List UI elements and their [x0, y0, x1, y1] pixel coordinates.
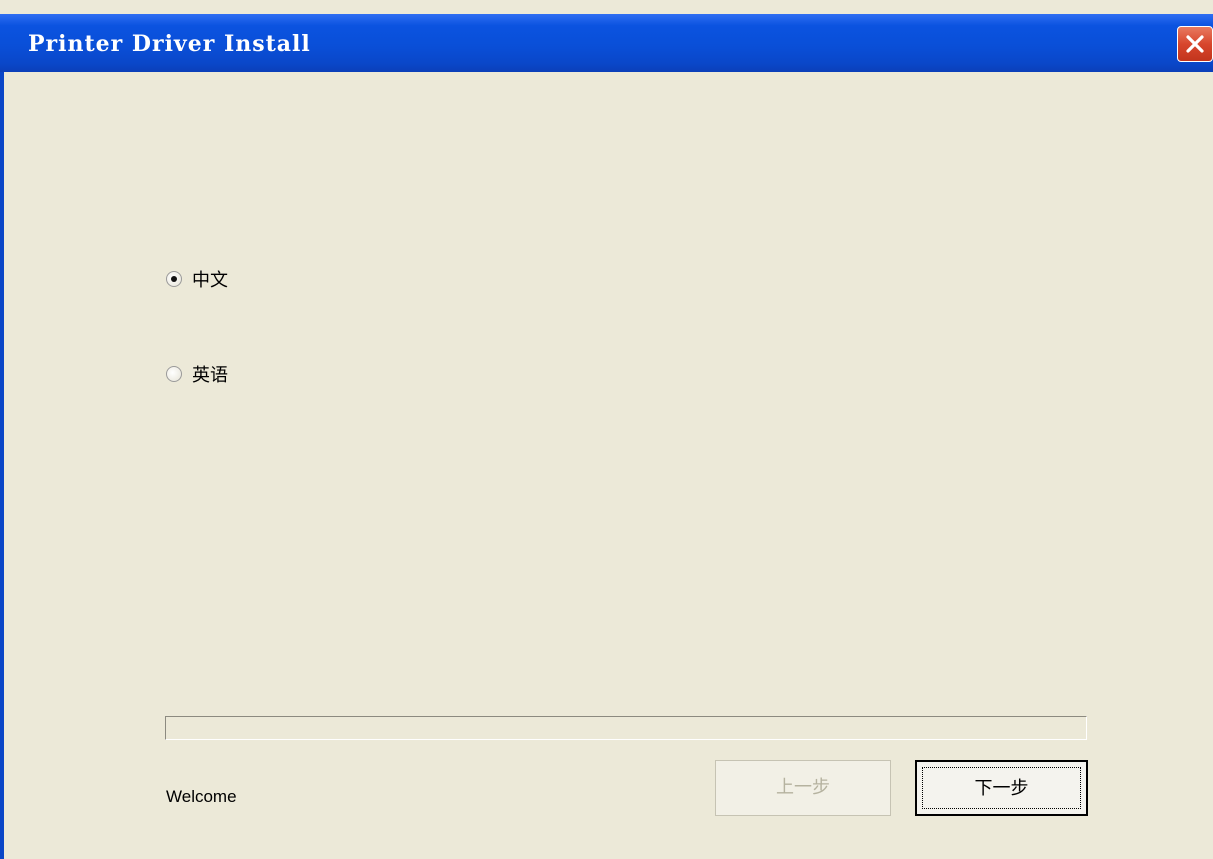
window-left-border	[0, 72, 4, 859]
radio-unchecked-icon[interactable]	[166, 366, 182, 382]
radio-english-label: 英语	[192, 365, 228, 386]
radio-checked-icon[interactable]	[166, 271, 182, 287]
title-bar[interactable]: Printer Driver Install	[0, 14, 1213, 72]
radio-chinese-label: 中文	[192, 270, 228, 291]
next-button[interactable]: 下一步	[915, 760, 1088, 816]
status-text: Welcome	[166, 787, 237, 806]
previous-button-label: 上一步	[776, 777, 830, 798]
close-button[interactable]	[1177, 26, 1213, 62]
radio-chinese[interactable]: 中文	[166, 266, 228, 292]
focus-rectangle	[922, 767, 1081, 809]
close-icon	[1186, 35, 1204, 53]
previous-button[interactable]: 上一步	[715, 760, 891, 816]
window-title: Printer Driver Install	[28, 31, 311, 57]
install-progress-bar	[165, 716, 1087, 740]
installer-window: Printer Driver Install 中文 英语 Welcome 上一步…	[0, 0, 1213, 859]
radio-english[interactable]: 英语	[166, 361, 228, 387]
